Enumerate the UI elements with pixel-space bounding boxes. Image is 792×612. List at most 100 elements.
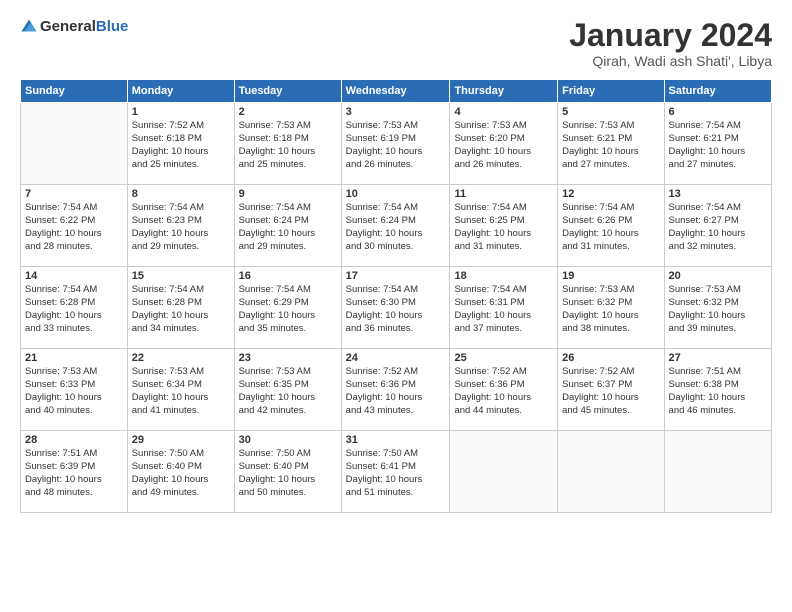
day-number: 5 [562,106,659,118]
cell-content: Sunrise: 7:53 AM Sunset: 6:33 PM Dayligh… [25,366,123,417]
cell-content: Sunrise: 7:53 AM Sunset: 6:19 PM Dayligh… [346,120,446,171]
day-number: 7 [25,188,123,200]
calendar-cell: 3 Sunrise: 7:53 AM Sunset: 6:19 PM Daylig… [341,103,450,185]
cell-content: Sunrise: 7:54 AM Sunset: 6:24 PM Dayligh… [346,202,446,253]
day-number: 14 [25,270,123,282]
calendar-cell: 22 Sunrise: 7:53 AM Sunset: 6:34 PM Dayli… [127,349,234,431]
cell-content: Sunrise: 7:53 AM Sunset: 6:35 PM Dayligh… [239,366,337,417]
logo-blue-text: Blue [96,18,129,35]
calendar-cell: 31 Sunrise: 7:50 AM Sunset: 6:41 PM Dayli… [341,431,450,513]
calendar-cell: 15 Sunrise: 7:54 AM Sunset: 6:28 PM Dayli… [127,267,234,349]
cell-content: Sunrise: 7:54 AM Sunset: 6:31 PM Dayligh… [454,284,553,335]
calendar-table: SundayMondayTuesdayWednesdayThursdayFrid… [20,79,772,513]
day-number: 11 [454,188,553,200]
month-title: January 2024 [569,18,772,53]
calendar-cell [450,431,558,513]
header-row: SundayMondayTuesdayWednesdayThursdayFrid… [21,80,772,103]
calendar-cell: 25 Sunrise: 7:52 AM Sunset: 6:36 PM Dayli… [450,349,558,431]
calendar-cell: 17Sunrise: 7:54 AM Sunset: 6:30 PM Dayli… [341,267,450,349]
cell-content: Sunrise: 7:54 AM Sunset: 6:28 PM Dayligh… [25,284,123,335]
day-number: 23 [239,352,337,364]
cell-content: Sunrise: 7:54 AM Sunset: 6:21 PM Dayligh… [669,120,767,171]
day-number: 9 [239,188,337,200]
day-number: 28 [25,434,123,446]
cell-content: Sunrise: 7:53 AM Sunset: 6:32 PM Dayligh… [669,284,767,335]
week-row-1: 1 Sunrise: 7:52 AM Sunset: 6:18 PM Daylig… [21,103,772,185]
cell-content: Sunrise: 7:54 AM Sunset: 6:25 PM Dayligh… [454,202,553,253]
calendar-cell [21,103,128,185]
cell-content: Sunrise: 7:53 AM Sunset: 6:34 PM Dayligh… [132,366,230,417]
day-number: 30 [239,434,337,446]
week-row-4: 21 Sunrise: 7:53 AM Sunset: 6:33 PM Dayli… [21,349,772,431]
calendar-cell: 23 Sunrise: 7:53 AM Sunset: 6:35 PM Dayli… [234,349,341,431]
calendar-cell: 19 Sunrise: 7:53 AM Sunset: 6:32 PM Dayli… [558,267,664,349]
title-block: January 2024 Qirah, Wadi ash Shati', Lib… [569,18,772,69]
column-header-tuesday: Tuesday [234,80,341,103]
cell-content: Sunrise: 7:53 AM Sunset: 6:21 PM Dayligh… [562,120,659,171]
calendar-cell: 2Sunrise: 7:53 AM Sunset: 6:18 PM Daylig… [234,103,341,185]
logo-icon [20,18,38,36]
calendar-cell [558,431,664,513]
calendar-cell: 7 Sunrise: 7:54 AM Sunset: 6:22 PM Daylig… [21,185,128,267]
week-row-5: 28 Sunrise: 7:51 AM Sunset: 6:39 PM Dayli… [21,431,772,513]
cell-content: Sunrise: 7:54 AM Sunset: 6:24 PM Dayligh… [239,202,337,253]
cell-content: Sunrise: 7:52 AM Sunset: 6:18 PM Dayligh… [132,120,230,171]
cell-content: Sunrise: 7:54 AM Sunset: 6:26 PM Dayligh… [562,202,659,253]
cell-content: Sunrise: 7:54 AM Sunset: 6:28 PM Dayligh… [132,284,230,335]
calendar-cell: 10 Sunrise: 7:54 AM Sunset: 6:24 PM Dayli… [341,185,450,267]
day-number: 26 [562,352,659,364]
logo-general-text: General [40,18,96,35]
calendar-cell: 26 Sunrise: 7:52 AM Sunset: 6:37 PM Dayli… [558,349,664,431]
column-header-friday: Friday [558,80,664,103]
week-row-3: 14 Sunrise: 7:54 AM Sunset: 6:28 PM Dayli… [21,267,772,349]
day-number: 13 [669,188,767,200]
calendar-cell: 8Sunrise: 7:54 AM Sunset: 6:23 PM Daylig… [127,185,234,267]
cell-content: Sunrise: 7:52 AM Sunset: 6:37 PM Dayligh… [562,366,659,417]
location: Qirah, Wadi ash Shati', Libya [569,53,772,69]
calendar-cell: 11 Sunrise: 7:54 AM Sunset: 6:25 PM Dayli… [450,185,558,267]
day-number: 16 [239,270,337,282]
calendar-cell: 28 Sunrise: 7:51 AM Sunset: 6:39 PM Dayli… [21,431,128,513]
cell-content: Sunrise: 7:51 AM Sunset: 6:38 PM Dayligh… [669,366,767,417]
day-number: 12 [562,188,659,200]
logo: GeneralBlue [20,18,128,36]
calendar-cell: 16 Sunrise: 7:54 AM Sunset: 6:29 PM Dayli… [234,267,341,349]
calendar-cell: 27Sunrise: 7:51 AM Sunset: 6:38 PM Dayli… [664,349,771,431]
calendar-cell: 14 Sunrise: 7:54 AM Sunset: 6:28 PM Dayli… [21,267,128,349]
day-number: 6 [669,106,767,118]
cell-content: Sunrise: 7:54 AM Sunset: 6:29 PM Dayligh… [239,284,337,335]
cell-content: Sunrise: 7:52 AM Sunset: 6:36 PM Dayligh… [346,366,446,417]
column-header-monday: Monday [127,80,234,103]
cell-content: Sunrise: 7:50 AM Sunset: 6:41 PM Dayligh… [346,448,446,499]
day-number: 29 [132,434,230,446]
day-number: 10 [346,188,446,200]
cell-content: Sunrise: 7:50 AM Sunset: 6:40 PM Dayligh… [239,448,337,499]
cell-content: Sunrise: 7:54 AM Sunset: 6:23 PM Dayligh… [132,202,230,253]
cell-content: Sunrise: 7:53 AM Sunset: 6:18 PM Dayligh… [239,120,337,171]
calendar-cell: 20Sunrise: 7:53 AM Sunset: 6:32 PM Dayli… [664,267,771,349]
calendar-cell: 1 Sunrise: 7:52 AM Sunset: 6:18 PM Daylig… [127,103,234,185]
cell-content: Sunrise: 7:54 AM Sunset: 6:22 PM Dayligh… [25,202,123,253]
day-number: 22 [132,352,230,364]
day-number: 3 [346,106,446,118]
day-number: 24 [346,352,446,364]
column-header-thursday: Thursday [450,80,558,103]
day-number: 31 [346,434,446,446]
column-header-wednesday: Wednesday [341,80,450,103]
cell-content: Sunrise: 7:52 AM Sunset: 6:36 PM Dayligh… [454,366,553,417]
day-number: 19 [562,270,659,282]
calendar-cell: 5 Sunrise: 7:53 AM Sunset: 6:21 PM Daylig… [558,103,664,185]
day-number: 1 [132,106,230,118]
cell-content: Sunrise: 7:53 AM Sunset: 6:20 PM Dayligh… [454,120,553,171]
calendar-cell: 18 Sunrise: 7:54 AM Sunset: 6:31 PM Dayli… [450,267,558,349]
day-number: 25 [454,352,553,364]
day-number: 18 [454,270,553,282]
day-number: 21 [25,352,123,364]
cell-content: Sunrise: 7:54 AM Sunset: 6:27 PM Dayligh… [669,202,767,253]
day-number: 15 [132,270,230,282]
cell-content: Sunrise: 7:51 AM Sunset: 6:39 PM Dayligh… [25,448,123,499]
cell-content: Sunrise: 7:53 AM Sunset: 6:32 PM Dayligh… [562,284,659,335]
calendar-cell: 9 Sunrise: 7:54 AM Sunset: 6:24 PM Daylig… [234,185,341,267]
calendar-cell: 4Sunrise: 7:53 AM Sunset: 6:20 PM Daylig… [450,103,558,185]
calendar-cell: 24 Sunrise: 7:52 AM Sunset: 6:36 PM Dayli… [341,349,450,431]
